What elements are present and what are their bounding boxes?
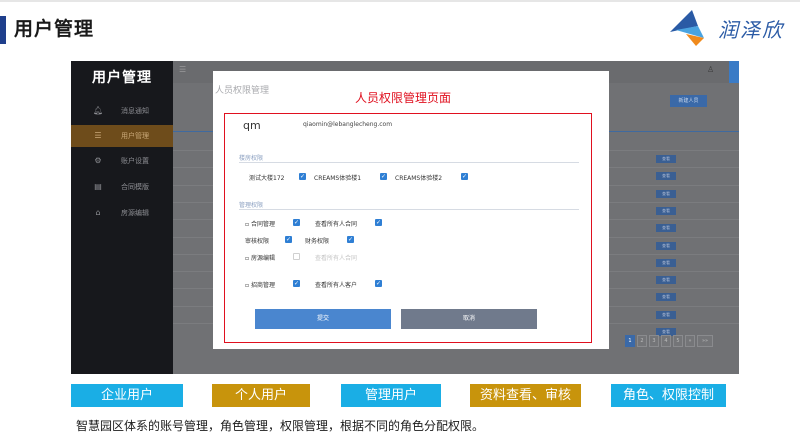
permission-modal: 人员权限管理 人员权限管理页面 qm qiaomin@lebanglecheng… — [213, 71, 609, 349]
menu-icon[interactable]: ☰ — [179, 65, 186, 74]
building-icon: ⌂ — [95, 208, 101, 217]
tag-review: 资料查看、审核 — [470, 384, 581, 407]
logo-mark-icon — [670, 10, 704, 46]
view-button[interactable]: 查看 — [656, 259, 676, 267]
view-button[interactable]: 查看 — [656, 207, 676, 215]
add-user-button[interactable]: 新建人员 — [670, 95, 707, 107]
sidebar-item-label: 房源编辑 — [121, 209, 149, 217]
contract-permission-label: ▫ 合同管理 — [245, 221, 275, 228]
audit-permission-label: 审核权限 — [245, 238, 270, 245]
finance-permission-label: 财务权限 — [305, 238, 330, 245]
app-screenshot: 用户管理 🔔︎ 消息通知 ☰ 用户管理 ⚙ 账户设置 ▤ 合同模版 ⌂ 房源编辑 — [71, 61, 739, 374]
view-button[interactable]: 查看 — [656, 276, 676, 284]
building-checkbox[interactable]: ✓ — [380, 173, 387, 180]
sidebar-item-label: 账户设置 — [121, 157, 149, 165]
sidebar-item-account[interactable]: ⚙ 账户设置 — [71, 150, 173, 172]
user-name: qm — [243, 119, 261, 132]
view-button[interactable]: 查看 — [656, 172, 676, 180]
next-page-button[interactable]: » — [685, 335, 695, 347]
document-icon: ▤ — [94, 182, 102, 191]
contract-checkbox[interactable]: ✓ — [293, 219, 300, 226]
recruit-checkbox[interactable]: ✓ — [293, 280, 300, 287]
view-button[interactable]: 查看 — [656, 242, 676, 250]
sidebar-item-label: 消息通知 — [121, 107, 149, 115]
permission-text: 房源编辑 — [250, 255, 275, 262]
view-all-contracts-disabled-label: 查看所有人合同 — [315, 255, 358, 262]
slide: 用户管理 润泽欣 用户管理 🔔︎ 消息通知 ☰ 用户管理 ⚙ 账户设置 ▤ 合同… — [0, 0, 800, 448]
sidebar-title: 用户管理 — [92, 70, 152, 86]
audit-checkbox[interactable]: ✓ — [285, 236, 292, 243]
page-button[interactable]: 5 — [673, 335, 683, 347]
user-email: qiaomin@lebanglecheng.com — [303, 121, 393, 128]
annotation-label: 人员权限管理页面 — [355, 91, 452, 105]
user-icon: ☰ — [94, 131, 102, 140]
page-button[interactable]: 1 — [625, 335, 635, 347]
house-edit-checkbox[interactable] — [293, 253, 300, 260]
bell-icon: 🔔︎ — [93, 106, 104, 115]
sidebar-item-label: 用户管理 — [121, 132, 149, 140]
tag-admin-user: 管理用户 — [341, 384, 441, 407]
view-all-contracts-checkbox[interactable]: ✓ — [375, 219, 382, 226]
logo-text: 润泽欣 — [718, 18, 784, 42]
sidebar-item-notifications[interactable]: 🔔︎ 消息通知 — [71, 100, 173, 122]
submit-button[interactable]: 提交 — [255, 309, 391, 329]
logo: 润泽欣 — [668, 8, 790, 48]
sidebar-item-users[interactable]: ☰ 用户管理 — [71, 125, 173, 147]
permission-text: 合同管理 — [250, 221, 275, 228]
modal-title: 人员权限管理 — [215, 86, 270, 96]
page-title: 用户管理 — [14, 18, 95, 40]
view-button[interactable]: 查看 — [656, 155, 676, 163]
last-page-button[interactable]: »» — [697, 335, 713, 347]
sidebar: 用户管理 🔔︎ 消息通知 ☰ 用户管理 ⚙ 账户设置 ▤ 合同模版 ⌂ 房源编辑 — [71, 61, 173, 374]
user-icon[interactable]: ♙ — [707, 65, 714, 74]
divider — [239, 209, 579, 210]
building-checkbox[interactable]: ✓ — [461, 173, 468, 180]
divider — [239, 162, 579, 163]
view-button[interactable]: 查看 — [656, 224, 676, 232]
page-button[interactable]: 2 — [637, 335, 647, 347]
sidebar-item-rooms[interactable]: ⌂ 房源编辑 — [71, 202, 173, 224]
building-label: CREAMS体验楼2 — [395, 175, 443, 182]
page-button[interactable]: 3 — [649, 335, 659, 347]
title-accent-bar — [0, 16, 6, 44]
tag-personal-user: 个人用户 — [212, 384, 310, 407]
view-button[interactable]: 查看 — [656, 190, 676, 198]
manage-permission-heading: 管理权限 — [239, 202, 264, 209]
view-all-contracts-label: 查看所有人合同 — [315, 221, 358, 228]
settings-icon: ⚙ — [94, 156, 102, 165]
top-divider — [0, 0, 800, 2]
header-accent — [729, 61, 739, 83]
building-checkbox[interactable]: ✓ — [299, 173, 306, 180]
finance-checkbox[interactable]: ✓ — [347, 236, 354, 243]
tag-enterprise-user: 企业用户 — [71, 384, 183, 407]
building-label: CREAMS体验楼1 — [314, 175, 362, 182]
tag-role-permission: 角色、权限控制 — [611, 384, 726, 407]
building-label: 测试大楼172 — [249, 175, 285, 182]
sidebar-item-contracts[interactable]: ▤ 合同模版 — [71, 176, 173, 198]
caption: 智慧园区体系的账号管理，角色管理，权限管理，根据不同的角色分配权限。 — [76, 419, 485, 433]
cancel-button[interactable]: 取消 — [401, 309, 537, 329]
recruit-permission-label: ▫ 招商管理 — [245, 282, 275, 289]
house-edit-label: ▫ 房源编辑 — [245, 255, 275, 262]
sidebar-item-label: 合同模版 — [121, 183, 149, 191]
page-button[interactable]: 4 — [661, 335, 671, 347]
view-button[interactable]: 查看 — [656, 311, 676, 319]
view-all-clients-checkbox[interactable]: ✓ — [375, 280, 382, 287]
building-permission-heading: 楼房权限 — [239, 155, 264, 162]
permission-text: 招商管理 — [250, 282, 275, 289]
view-button[interactable]: 查看 — [656, 293, 676, 301]
view-all-clients-label: 查看所有人客户 — [315, 282, 358, 289]
